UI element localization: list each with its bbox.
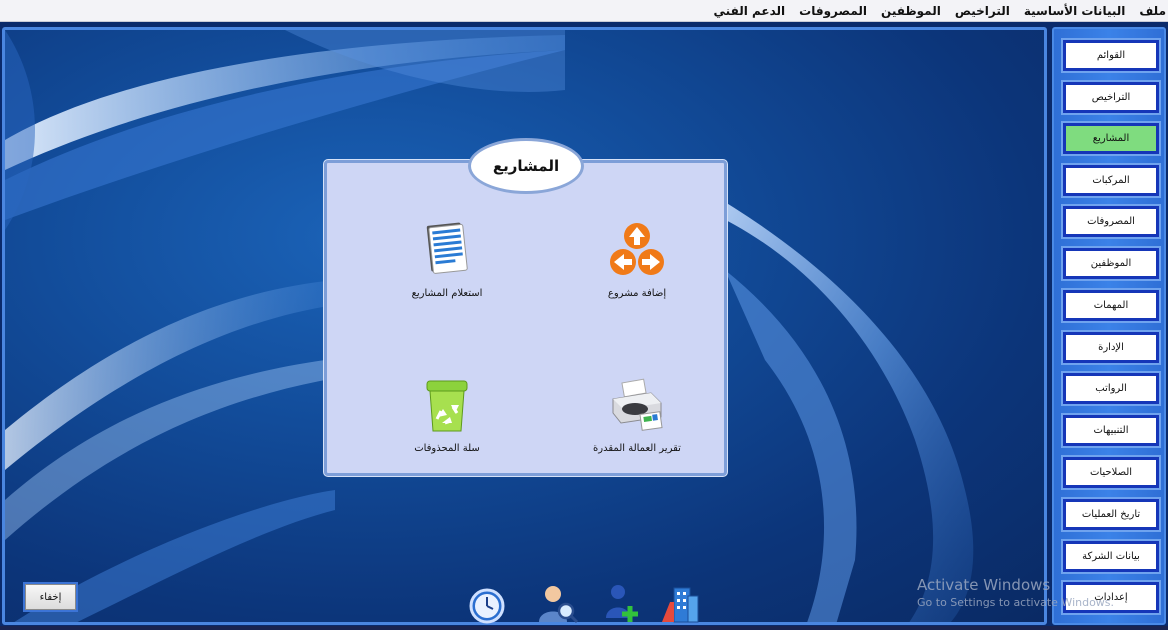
watermark-title: Activate Windows	[917, 576, 1051, 594]
add-user-icon[interactable]	[600, 582, 644, 624]
sidebar-item-label: الموظفين	[1090, 258, 1132, 269]
menu-support[interactable]: الدعم الفني	[714, 4, 786, 18]
sidebar-item-label: المشاريع	[1092, 133, 1130, 144]
sidebar-item-label: القوائم	[1096, 50, 1126, 61]
add-project-tile[interactable]: إضافة مشروع	[567, 218, 707, 318]
add-project-label: إضافة مشروع	[607, 288, 667, 299]
menu-licenses[interactable]: التراخيص	[955, 4, 1010, 18]
projects-dialog: المشاريع إضافة مشروع استعلام المشاريع تق…	[324, 138, 727, 476]
sidebar-item-label: تاريخ العمليات	[1081, 509, 1141, 520]
dialog-title: المشاريع	[468, 138, 584, 194]
sidebar-item-employees[interactable]: الموظفين	[1063, 248, 1159, 279]
buildings-icon[interactable]	[660, 582, 704, 624]
sidebar-item-lists[interactable]: القوائم	[1063, 40, 1159, 71]
sidebar-item-label: بيانات الشركة	[1082, 551, 1140, 562]
sidebar-item-label: التراخيص	[1091, 92, 1131, 103]
sidebar-item-label: الرواتب	[1095, 383, 1127, 394]
sidebar-item-label: المركبات	[1092, 175, 1130, 186]
taskbar-edge	[0, 626, 1168, 630]
sidebar-item-salaries[interactable]: الرواتب	[1063, 373, 1159, 404]
sidebar-item-projects[interactable]: المشاريع	[1063, 123, 1159, 154]
hide-button-label: إخفاء	[39, 591, 62, 603]
sidebar: القوائم التراخيص المشاريع المركبات المصر…	[1052, 27, 1166, 625]
sidebar-item-alerts[interactable]: التنبيهات	[1063, 415, 1159, 446]
watermark-subtitle: Go to Settings to activate Windows.	[917, 596, 1115, 609]
printer-icon	[612, 378, 663, 431]
notepad-icon	[426, 222, 468, 274]
sidebar-item-permissions[interactable]: الصلاحيات	[1063, 457, 1159, 488]
query-projects-tile[interactable]: استعلام المشاريع	[377, 218, 517, 318]
clock-icon[interactable]	[465, 582, 509, 624]
menu-basic-data[interactable]: البيانات الأساسية	[1024, 4, 1126, 18]
arrows-icon	[610, 223, 664, 275]
sidebar-item-tasks[interactable]: المهمات	[1063, 290, 1159, 321]
sidebar-item-label: المهمات	[1093, 300, 1129, 311]
recycle-bin-icon	[426, 380, 468, 432]
menu-employees[interactable]: الموظفين	[881, 4, 941, 18]
recycle-bin-tile[interactable]: سلة المحذوفات	[377, 373, 517, 473]
sidebar-item-label: المصروفات	[1087, 216, 1135, 227]
sidebar-item-operations-history[interactable]: تاريخ العمليات	[1063, 499, 1159, 530]
sidebar-item-company-data[interactable]: بيانات الشركة	[1063, 541, 1159, 572]
user-search-icon[interactable]	[535, 582, 579, 624]
labor-report-tile[interactable]: تقرير العمالة المقدرة	[567, 373, 707, 473]
sidebar-item-expenses[interactable]: المصروفات	[1063, 206, 1159, 237]
sidebar-item-label: الصلاحيات	[1089, 467, 1133, 478]
sidebar-item-label: التنبيهات	[1093, 425, 1129, 436]
activation-watermark: Activate Windows Go to Settings to activ…	[917, 576, 1114, 609]
sidebar-item-label: الإدارة	[1098, 342, 1124, 353]
sidebar-item-licenses[interactable]: التراخيص	[1063, 82, 1159, 113]
menu-file[interactable]: ملف	[1139, 4, 1166, 18]
query-projects-label: استعلام المشاريع	[411, 288, 483, 299]
hide-button[interactable]: إخفاء	[25, 584, 76, 610]
labor-report-label: تقرير العمالة المقدرة	[593, 443, 681, 454]
menu-expenses[interactable]: المصروفات	[799, 4, 867, 18]
recycle-bin-label: سلة المحذوفات	[414, 443, 480, 454]
sidebar-item-administration[interactable]: الإدارة	[1063, 332, 1159, 363]
bottom-dock	[460, 582, 710, 626]
sidebar-item-vehicles[interactable]: المركبات	[1063, 165, 1159, 196]
menu-bar: ملف البيانات الأساسية التراخيص الموظفين …	[0, 0, 1168, 22]
